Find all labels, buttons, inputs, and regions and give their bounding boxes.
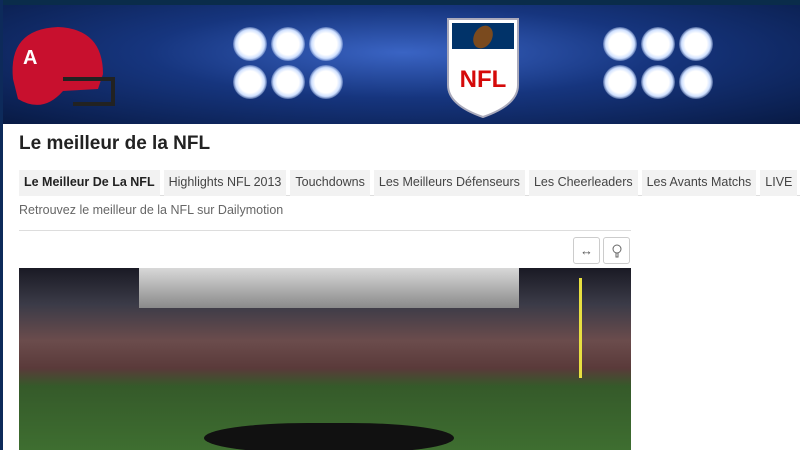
svg-text:A: A [23, 47, 37, 69]
page-title: Le meilleur de la NFL [19, 133, 211, 154]
category-tabs: Le Meilleur De La NFL Highlights NFL 201… [19, 170, 800, 196]
helmet-logo-icon: A [12, 27, 115, 106]
goal-post [579, 278, 582, 378]
expand-icon: ↔ [580, 243, 593, 258]
tab-cheerleaders[interactable]: Les Cheerleaders [528, 170, 638, 196]
expand-button[interactable]: ↔ [573, 237, 600, 264]
stadium-roof [139, 268, 519, 308]
studio-desk [204, 423, 454, 450]
tab-avants-matchs[interactable]: Les Avants Matchs [641, 170, 757, 196]
stadium-lights-right [603, 27, 713, 99]
svg-text:NFL: NFL [460, 66, 507, 93]
tab-touchdowns[interactable]: Touchdowns [290, 170, 370, 196]
video-player[interactable] [19, 268, 631, 450]
bulb-icon [612, 244, 621, 258]
tab-defenseurs[interactable]: Les Meilleurs Défenseurs [373, 170, 525, 196]
tab-le-meilleur[interactable]: Le Meilleur De La NFL [19, 170, 160, 196]
header-banner: A NFL [3, 0, 800, 124]
divider [19, 230, 631, 231]
tab-live[interactable]: LIVE [760, 170, 798, 196]
light-toggle-button[interactable] [603, 237, 630, 264]
stadium-lights-left [233, 27, 343, 99]
tab-highlights[interactable]: Highlights NFL 2013 [163, 170, 287, 196]
nfl-logo-icon[interactable]: NFL [444, 15, 522, 121]
page-description: Retrouvez le meilleur de la NFL sur Dail… [19, 203, 284, 217]
